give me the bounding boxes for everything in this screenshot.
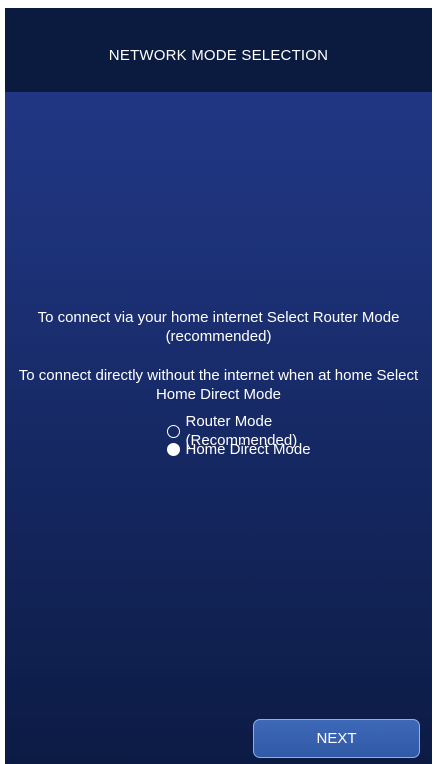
header-bar: NETWORK MODE SELECTION: [5, 8, 432, 92]
home-direct-mode-label: Home Direct Mode: [185, 440, 311, 458]
mode-selection-content: To connect via your home internet Select…: [5, 308, 432, 458]
router-mode-radio[interactable]: [166, 424, 180, 438]
page-title: NETWORK MODE SELECTION: [108, 46, 329, 64]
router-instruction-text: To connect via your home internet Select…: [37, 309, 400, 345]
app-screen: NETWORK MODE SELECTION To connect via yo…: [5, 8, 432, 764]
direct-instruction-text: To connect directly without the internet…: [18, 367, 419, 403]
next-button[interactable]: NEXT: [253, 719, 420, 758]
router-mode-option[interactable]: Router Mode (Recommended): [166, 413, 354, 449]
home-direct-mode-radio[interactable]: [166, 442, 180, 456]
network-mode-radio-group: Router Mode (Recommended) Home Direct Mo…: [84, 413, 354, 458]
